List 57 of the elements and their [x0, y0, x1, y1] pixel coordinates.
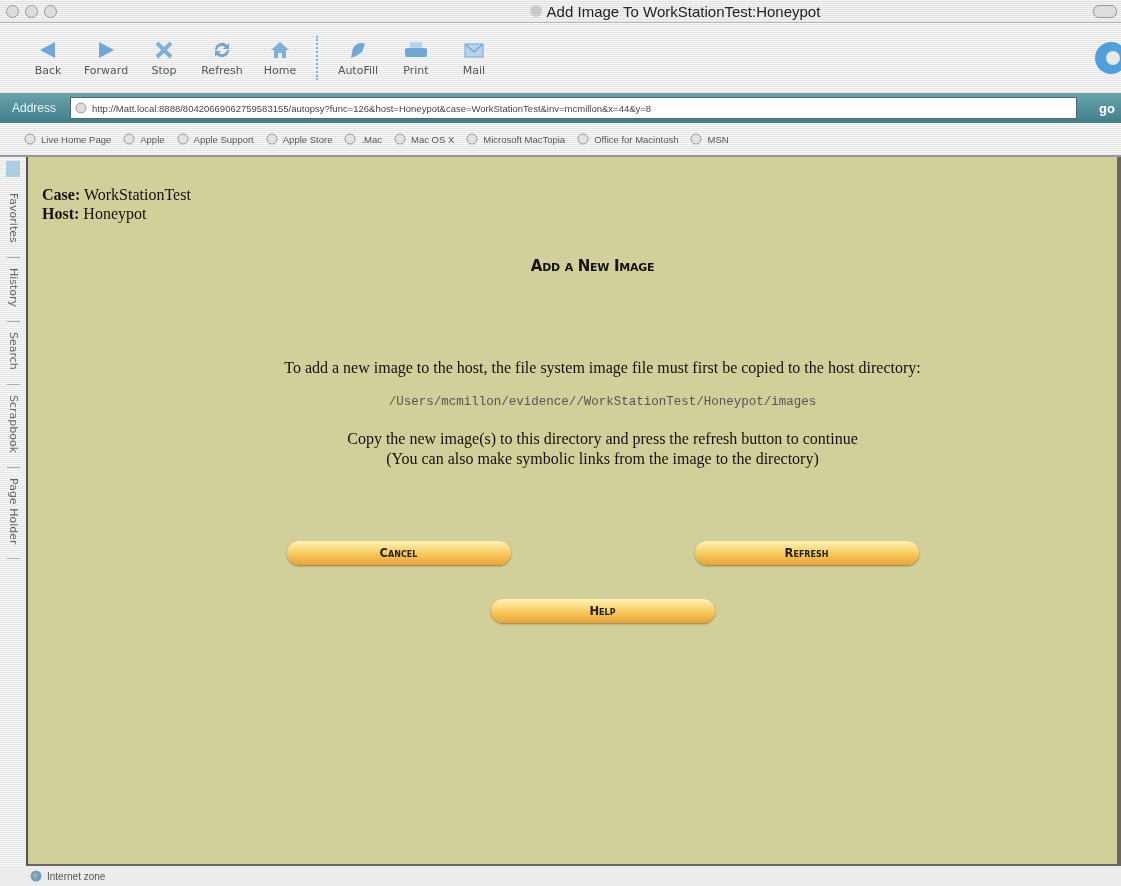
favorite-link[interactable]: Microsoft MacTopia — [466, 133, 566, 145]
favorite-link[interactable]: Office for Macintosh — [577, 133, 679, 145]
page-icon — [344, 133, 357, 145]
action-button[interactable]: Cancel — [286, 541, 511, 565]
page-icon — [24, 133, 36, 145]
favorite-link[interactable]: Live Home Page — [24, 133, 112, 145]
page-icon — [123, 133, 136, 145]
refresh-button[interactable]: Refresh — [196, 39, 248, 77]
action-button[interactable]: Refresh — [694, 541, 919, 565]
sidebar-tab[interactable]: History — [6, 257, 20, 322]
toolbar-toggle-button[interactable] — [1093, 4, 1117, 18]
favorite-link[interactable]: .Mac — [344, 133, 382, 145]
globe-icon — [30, 870, 42, 882]
stop-button[interactable]: Stop — [138, 39, 190, 77]
page-icon — [529, 5, 542, 17]
case-text: Case: WorkStationTest — [42, 185, 192, 204]
stop-icon — [153, 39, 175, 60]
favorite-link[interactable]: Apple Support — [176, 133, 254, 145]
autofill-button[interactable]: AutoFill — [332, 39, 384, 77]
minimize-button[interactable] — [25, 4, 38, 18]
note-text: Copy the new image(s) to this directory and press the refresh button to continue — [347, 429, 858, 449]
address-label: Address — [11, 101, 58, 115]
action-button[interactable]: Help — [490, 599, 715, 623]
close-button[interactable] — [6, 4, 19, 18]
forward-button[interactable]: Forward — [80, 39, 132, 77]
print-icon — [403, 39, 429, 60]
favorite-link[interactable]: MSN — [690, 133, 729, 145]
page-icon — [265, 133, 278, 145]
page-icon — [466, 133, 479, 145]
directory-path: /Users/mcmillon/evidence//WorkStationTest/Honeypot/images — [388, 395, 817, 409]
status-text: Internet zone — [47, 870, 106, 882]
sidebar-tab[interactable]: Scrapbook — [6, 384, 20, 468]
go-button[interactable]: go — [1085, 100, 1121, 116]
sidebar-tab[interactable]: Search — [6, 321, 20, 385]
page-icon — [176, 133, 189, 145]
mail-button[interactable]: Mail — [448, 39, 500, 77]
print-button[interactable]: Print — [390, 39, 442, 77]
page-heading: Add a New Image — [530, 257, 655, 275]
home-button[interactable]: Home — [254, 39, 306, 77]
note-text: (You can also make symbolic links from the image to the directory) — [386, 449, 819, 469]
favorite-link[interactable]: Apple — [123, 133, 165, 145]
favorite-link[interactable]: Mac OS X — [394, 133, 455, 145]
sidebar-tab[interactable]: Favorites — [6, 183, 20, 258]
address-field[interactable]: http://Matt.local:8888/80420669062759583155/autopsy?func=126&host=Honeypot&case=WorkStationTest&inv=mcmillon&x=44&y=8 — [70, 97, 1078, 119]
zoom-button[interactable] — [44, 4, 57, 18]
sidebar-tab[interactable]: Page Holder — [6, 467, 20, 560]
back-button[interactable]: Back — [22, 39, 74, 77]
page-icon — [690, 133, 703, 145]
window-title: Add Image To WorkStationTest:Honeypot — [546, 2, 821, 20]
browser-logo-icon — [1093, 40, 1121, 76]
host-text: Host: Honeypot — [42, 204, 148, 223]
page-icon — [394, 133, 406, 145]
favorite-link[interactable]: Apple Store — [265, 133, 333, 145]
page-icon — [577, 133, 590, 145]
page-icon — [75, 102, 88, 114]
home-icon — [269, 39, 291, 60]
instruction-text: To add a new image to the host, the file system image file must first be copied to the host directory: — [284, 359, 921, 377]
